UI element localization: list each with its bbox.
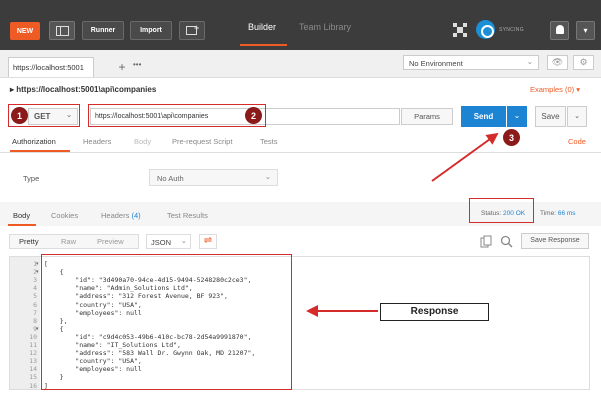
annotation-response-label: Response [380,303,489,321]
annotation-arrows [306,132,499,317]
arrow-to-send [431,132,499,182]
